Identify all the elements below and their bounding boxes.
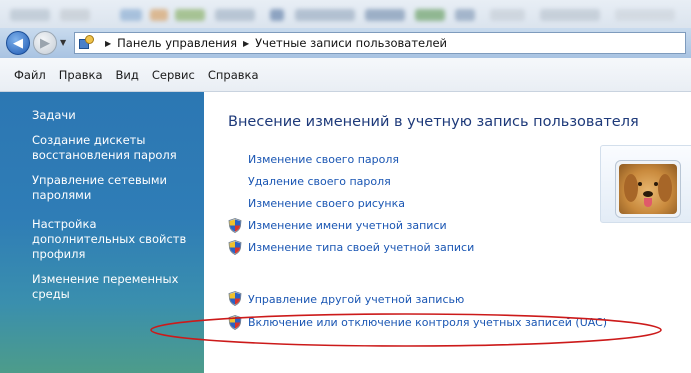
address-bar[interactable]: ▶ Панель управления ▶ Учетные записи пол… bbox=[74, 32, 686, 54]
sidebar-link-password-reset-disk[interactable]: Создание дискеты восстановления пароля bbox=[32, 133, 197, 163]
history-dropdown-icon[interactable]: ▼ bbox=[60, 38, 66, 47]
page-title: Внесение изменений в учетную запись поль… bbox=[228, 114, 639, 130]
breadcrumb-control-panel[interactable]: Панель управления bbox=[117, 36, 237, 50]
arrow-right-icon: ▶ bbox=[40, 35, 50, 51]
task-pane-heading: Задачи bbox=[32, 108, 76, 122]
menu-help[interactable]: Справка bbox=[208, 68, 259, 82]
change-password-link[interactable]: Изменение своего пароля bbox=[248, 153, 399, 166]
menu-file[interactable]: Файл bbox=[14, 68, 46, 82]
remove-password-link[interactable]: Удаление своего пароля bbox=[248, 175, 391, 188]
sidebar-link-profile-properties[interactable]: Настройка дополнительных свойств профиля bbox=[32, 217, 197, 262]
change-picture-link[interactable]: Изменение своего рисунка bbox=[248, 197, 405, 210]
back-button[interactable]: ◀ bbox=[6, 31, 30, 55]
sidebar-link-environment-variables[interactable]: Изменение переменных среды bbox=[32, 272, 197, 302]
menu-tools[interactable]: Сервис bbox=[152, 68, 195, 82]
breadcrumb-separator-icon[interactable]: ▶ bbox=[243, 39, 249, 48]
user-picture-frame bbox=[600, 145, 691, 223]
menu-edit[interactable]: Правка bbox=[59, 68, 103, 82]
breadcrumb-separator-icon[interactable]: ▶ bbox=[105, 39, 111, 48]
red-ellipse-annotation bbox=[150, 313, 662, 347]
top-toolbar bbox=[0, 0, 691, 28]
arrow-left-icon: ◀ bbox=[13, 35, 23, 51]
forward-button[interactable]: ▶ bbox=[33, 31, 57, 55]
uac-shield-icon bbox=[228, 291, 242, 306]
uac-shield-icon bbox=[228, 218, 242, 233]
manage-another-account-link[interactable]: Управление другой учетной записью bbox=[248, 293, 464, 306]
change-account-type-link[interactable]: Изменение типа своей учетной записи bbox=[248, 241, 474, 254]
dog-picture-icon bbox=[619, 164, 677, 214]
sidebar-link-network-passwords[interactable]: Управление сетевыми паролями bbox=[32, 173, 197, 203]
address-bar-row: ◀ ▶ ▼ ▶ Панель управления ▶ Учетные запи… bbox=[0, 28, 691, 58]
uac-shield-icon bbox=[228, 240, 242, 255]
menu-view[interactable]: Вид bbox=[116, 68, 139, 82]
breadcrumb-user-accounts[interactable]: Учетные записи пользователей bbox=[255, 36, 447, 50]
user-avatar[interactable] bbox=[615, 160, 681, 218]
change-account-name-link[interactable]: Изменение имени учетной записи bbox=[248, 219, 447, 232]
menu-bar: Файл Правка Вид Сервис Справка bbox=[0, 58, 691, 92]
control-panel-icon bbox=[79, 35, 95, 51]
